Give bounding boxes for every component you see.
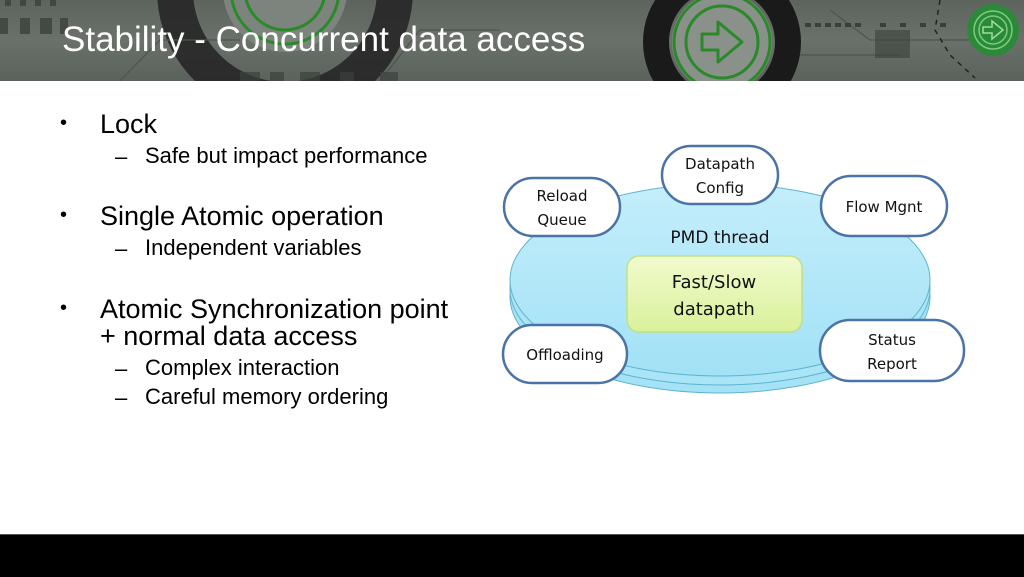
sub-bullet-marker: – [115,385,128,410]
bullet-marker: • [60,204,68,226]
pill-status-report: Status Report [818,318,966,383]
pill-reload-queue: Reload Queue [502,176,622,238]
pill-label: Status [868,331,916,349]
footer-bar [0,534,1024,577]
slide-title: Stability - Concurrent data access [62,20,586,59]
sub-bullet-text: Careful memory ordering [145,384,389,409]
pill-label: Reload [536,187,587,205]
title-banner: Stability - Concurrent data access [0,0,1024,81]
sub-bullet-marker: – [115,144,128,169]
pill-label: Config [696,179,744,197]
fast-slow-datapath-box: Fast/Slow datapath [626,255,803,333]
sub-bullet-text: Independent variables [145,235,362,260]
pill-label: Offloading [526,346,603,364]
pill-flow-mgnt: Flow Mgnt [819,174,949,238]
pmd-thread-label: PMD thread [670,228,769,248]
pill-label: Queue [537,211,586,229]
center-box-line-1: Fast/Slow [672,272,756,293]
pill-label: Datapath [685,155,755,173]
arrow-circle-icon [643,0,801,81]
bullet-text: Lock [100,109,158,139]
sub-bullet-text: Safe but impact performance [145,143,428,168]
pmd-thread-diagram: PMD thread Fast/Slow datapath Datapath C… [501,144,966,394]
sub-bullet-marker: – [115,236,128,261]
arrow-circle-badge-icon [967,4,1019,56]
bullet-text: Atomic Synchronization point [100,294,449,324]
bullet-marker: • [60,112,68,134]
sub-bullet-marker: – [115,356,128,381]
pill-datapath-config: Datapath Config [660,144,780,206]
pill-label: Flow Mgnt [846,198,923,216]
pill-offloading: Offloading [501,323,629,385]
bullet-marker: • [60,297,68,319]
bullet-text-continuation: + normal data access [100,321,358,351]
sub-bullet-text: Complex interaction [145,355,340,380]
center-box-line-2: datapath [673,299,754,320]
pill-label: Report [867,355,917,373]
bullet-text: Single Atomic operation [100,201,384,231]
